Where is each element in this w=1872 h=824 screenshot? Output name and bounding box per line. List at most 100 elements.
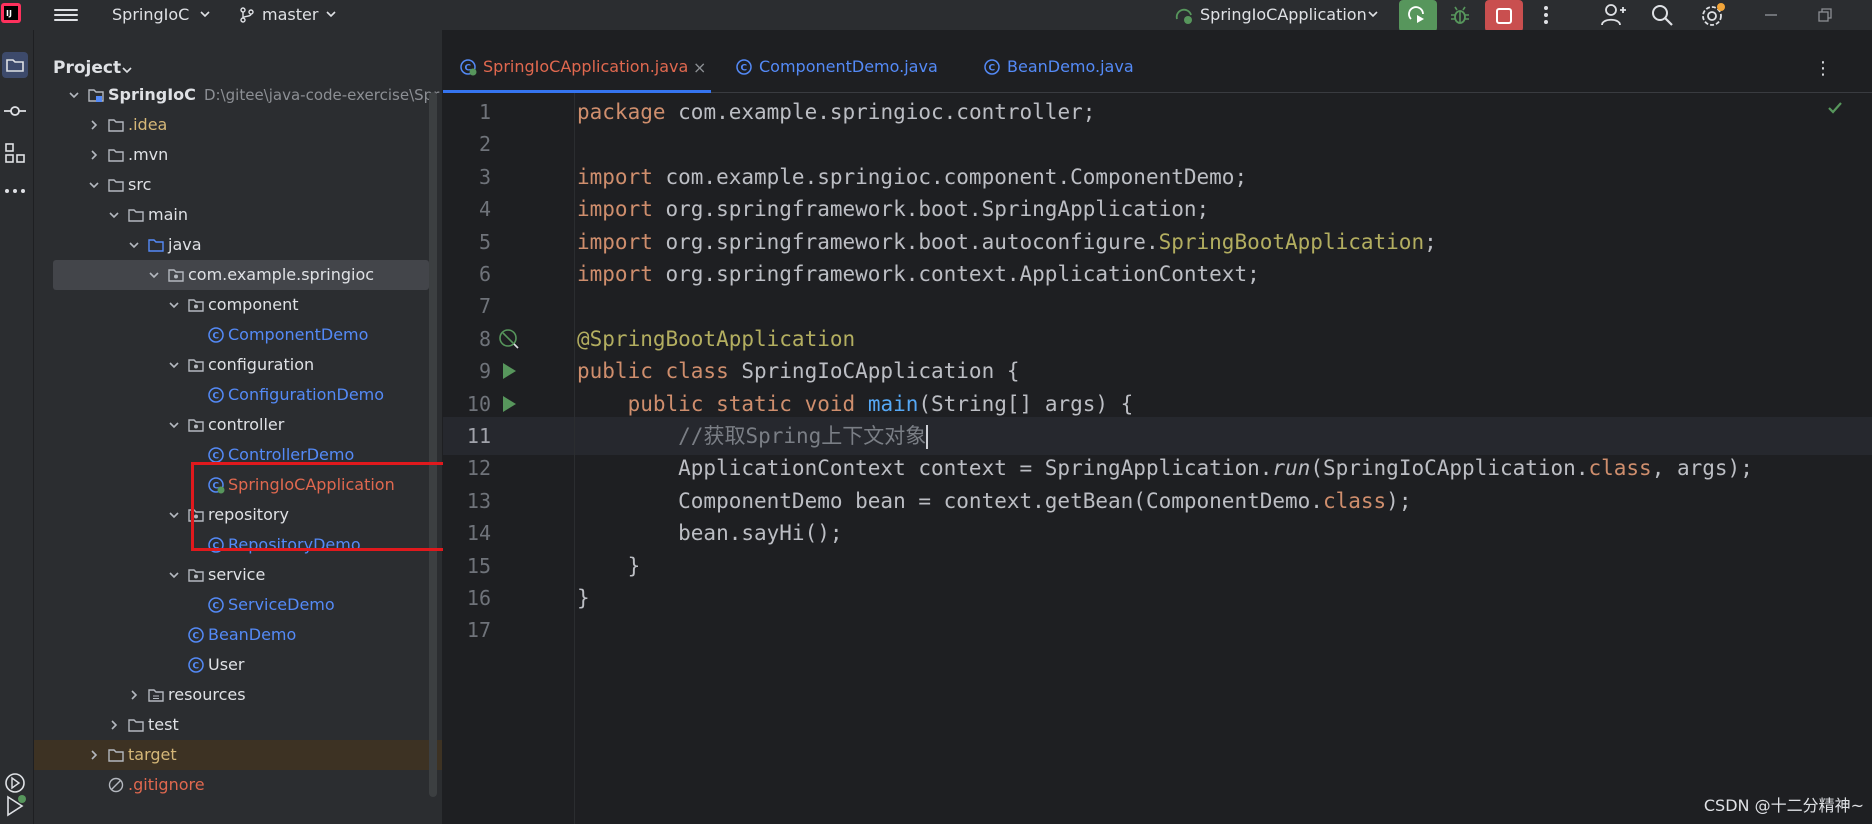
chevron-down-icon[interactable] [147, 268, 161, 282]
minimize-icon[interactable] [1762, 6, 1780, 24]
tree-item[interactable]: test [34, 710, 430, 740]
package-icon [188, 299, 204, 312]
run-config-icon [1175, 8, 1192, 24]
package-icon [188, 569, 204, 582]
chevron-right-icon[interactable] [87, 148, 101, 162]
project-panel: Project SpringIoC D:\gitee\java-code-exer… [34, 30, 469, 824]
resources-folder-icon [148, 689, 164, 702]
chevron-down-icon[interactable] [167, 418, 181, 432]
project-name[interactable]: SpringIoC [112, 5, 189, 24]
chevron-right-icon[interactable] [107, 718, 121, 732]
project-panel-title[interactable]: Project [53, 58, 121, 78]
tree-item[interactable]: C ConfigurationDemo [34, 380, 430, 410]
intellij-logo-icon[interactable]: IJ [0, 2, 24, 26]
tree-item-label: com.example.springioc [188, 265, 375, 284]
debug-icon[interactable] [1448, 4, 1472, 28]
chevron-right-icon[interactable] [87, 118, 101, 132]
more-actions-icon[interactable] [1540, 4, 1552, 26]
editor-tab[interactable]: C BeanDemo.java [983, 56, 1153, 93]
tree-item[interactable]: resources [34, 680, 430, 710]
editor-tab[interactable]: C ComponentDemo.java [735, 56, 955, 93]
tree-item[interactable]: controller [34, 410, 430, 440]
run-tool-icon[interactable] [2, 793, 28, 819]
folder-icon [128, 719, 144, 732]
project-scrollbar[interactable] [429, 92, 437, 797]
folder-icon [108, 149, 124, 162]
title-bar: IJ SpringIoC master SpringIoCApplication [0, 0, 1872, 32]
stop-button[interactable] [1485, 0, 1523, 32]
tree-item[interactable]: src [34, 170, 430, 200]
svg-text:C: C [193, 632, 200, 642]
tree-item[interactable]: C BeanDemo [34, 620, 430, 650]
class-icon: C [188, 657, 204, 673]
svg-text:C: C [213, 332, 220, 342]
tree-item[interactable]: service [34, 560, 430, 590]
run-config-selector[interactable]: SpringIoCApplication [1200, 5, 1367, 24]
chevron-down-icon[interactable] [198, 7, 212, 21]
chevron-right-icon[interactable] [87, 748, 101, 762]
tree-item[interactable]: component [34, 290, 430, 320]
structure-icon[interactable] [2, 140, 28, 166]
branch-name[interactable]: master [262, 5, 318, 24]
chevron-down-icon[interactable] [324, 7, 338, 21]
tree-item-label: component [208, 295, 299, 314]
tree-item[interactable]: target [34, 740, 442, 770]
chevron-down-icon[interactable] [87, 178, 101, 192]
add-user-icon[interactable] [1600, 2, 1626, 28]
tree-item[interactable]: .idea [34, 110, 430, 140]
svg-text:C: C [741, 64, 748, 74]
tree-item-label: .mvn [128, 145, 169, 164]
no-problems-check-icon[interactable] [1826, 99, 1844, 117]
tree-item[interactable]: C ServiceDemo [34, 590, 430, 620]
svg-text:C: C [213, 392, 220, 402]
tree-item[interactable]: SpringIoC D:\gitee\java-code-exercise\Spr [34, 80, 439, 110]
editor-tabs: C SpringIoCApplication.java × C ComponentDem… [443, 30, 1872, 93]
tree-item[interactable]: C ComponentDemo [34, 320, 430, 350]
chevron-down-icon[interactable] [127, 238, 141, 252]
chevron-down-icon[interactable] [167, 358, 181, 372]
project-folder-icon[interactable] [2, 52, 28, 78]
code-line[interactable]: 17 [443, 611, 1872, 649]
tree-item-label: .idea [128, 115, 168, 134]
package-icon [168, 269, 184, 282]
tree-item[interactable]: .mvn [34, 140, 430, 170]
more-tools-icon[interactable] [2, 178, 28, 204]
chevron-down-icon[interactable] [67, 88, 81, 102]
chevron-down-icon[interactable] [167, 298, 181, 312]
tree-item-label: ConfigurationDemo [228, 385, 385, 404]
tree-item-label: ComponentDemo [228, 325, 369, 344]
spring-bean-icon[interactable] [498, 328, 520, 350]
main-menu-icon[interactable] [54, 6, 78, 24]
tree-item-label: controller [208, 415, 285, 434]
settings-gear-icon[interactable] [1700, 2, 1726, 28]
tree-item[interactable]: configuration [34, 350, 430, 380]
tree-item[interactable]: .gitignore [34, 770, 430, 800]
folder-icon [108, 119, 124, 132]
more-tabs-icon[interactable]: ⋮ [1814, 58, 1832, 79]
rerun-icon [1408, 6, 1424, 23]
stop-icon [1496, 8, 1512, 24]
tree-item[interactable]: C User [34, 650, 430, 680]
chevron-down-icon[interactable] [167, 508, 181, 522]
tab-label: SpringIoCApplication.java [483, 57, 689, 76]
commit-icon[interactable] [2, 98, 28, 124]
editor-tab[interactable]: C SpringIoCApplication.java × [443, 56, 723, 93]
run-gutter-icon[interactable] [498, 393, 520, 415]
chevron-down-icon[interactable] [107, 208, 121, 222]
class-icon: C [208, 387, 224, 403]
tree-item[interactable]: com.example.springioc [53, 260, 429, 290]
restore-window-icon[interactable] [1816, 6, 1834, 24]
chevron-down-icon[interactable] [120, 63, 134, 77]
chevron-down-icon[interactable] [167, 568, 181, 582]
folder-icon [108, 749, 124, 762]
tree-item[interactable]: java [34, 230, 430, 260]
run-gutter-icon[interactable] [498, 360, 520, 382]
close-tab-icon[interactable]: × [693, 58, 706, 77]
code-editor[interactable]: 1 package com.example.springioc.controlle… [443, 93, 1872, 824]
chevron-right-icon[interactable] [127, 688, 141, 702]
tree-item[interactable]: main [34, 200, 430, 230]
search-icon[interactable] [1650, 3, 1674, 27]
rerun-button[interactable] [1399, 0, 1437, 32]
chevron-down-icon[interactable] [1366, 7, 1380, 21]
line-number: 17 [466, 618, 491, 643]
